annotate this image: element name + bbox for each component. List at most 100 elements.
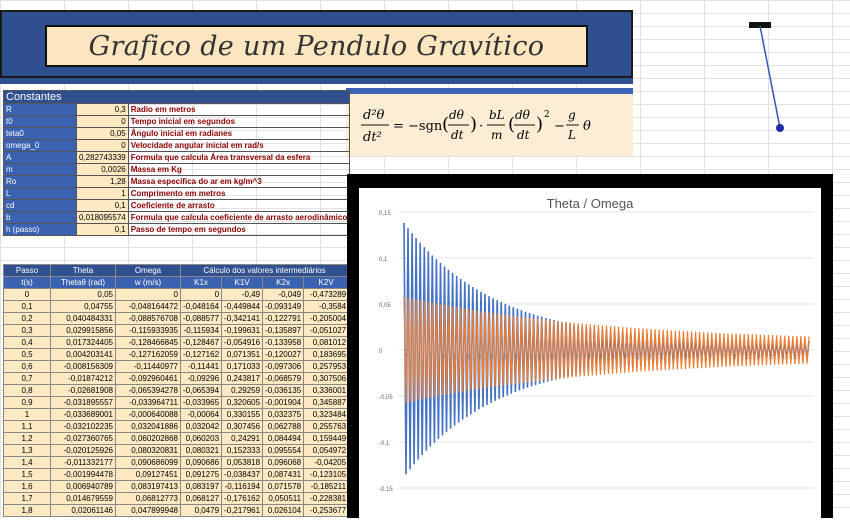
table-cell[interactable]: -0,001994478 [50, 468, 116, 481]
table-cell[interactable]: 0,307506 [303, 372, 350, 385]
table-cell[interactable]: -0,027360765 [50, 432, 116, 445]
table-cell[interactable]: -0,09296 [179, 372, 223, 385]
col-group-passo[interactable]: Passo [3, 264, 51, 277]
table-cell[interactable]: -0,122791 [262, 312, 305, 325]
table-cell[interactable]: 1,5 [3, 468, 51, 481]
table-cell[interactable]: -0,033689001 [50, 408, 116, 421]
table-cell[interactable]: -0,036135 [262, 384, 305, 397]
table-cell[interactable]: -0,033965 [179, 396, 223, 409]
table-cell[interactable]: 0,004203141 [50, 348, 116, 361]
table-cell[interactable]: -0,115933935 [115, 324, 181, 337]
table-cell[interactable]: -0,128467 [179, 336, 223, 349]
constant-value[interactable]: 0,1 [76, 223, 129, 236]
table-cell[interactable]: 0,040484331 [50, 312, 116, 325]
constant-value[interactable]: 0,3 [76, 103, 129, 116]
table-cell[interactable]: -0,123105 [303, 468, 350, 481]
table-cell[interactable]: 0,3 [3, 324, 51, 337]
table-cell[interactable]: 0,8 [3, 384, 51, 397]
table-cell[interactable]: 0,320605 [221, 396, 264, 409]
table-cell[interactable]: 1,2 [3, 432, 51, 445]
table-cell[interactable]: 0,026104 [262, 504, 305, 517]
table-cell[interactable]: 0,095554 [262, 444, 305, 457]
constant-description[interactable]: Tempo inicial em segundos [127, 115, 351, 128]
table-cell[interactable]: 0,091275 [179, 468, 223, 481]
table-cell[interactable]: 0,257953 [303, 360, 350, 373]
constant-value[interactable]: 0,05 [76, 127, 129, 140]
table-cell[interactable]: 0,5 [3, 348, 51, 361]
table-cell[interactable]: -0,127162 [179, 348, 223, 361]
constant-description[interactable]: Coeficiente de arrasto [127, 199, 351, 212]
table-cell[interactable]: -0,127162059 [115, 348, 181, 361]
col-k1v[interactable]: K1V [221, 276, 264, 289]
table-cell[interactable]: 1,6 [3, 480, 51, 493]
table-cell[interactable]: 0,29259 [221, 384, 264, 397]
constant-name[interactable]: b [3, 211, 77, 224]
table-cell[interactable]: -0,49 [221, 288, 264, 301]
table-cell[interactable]: 0,080320831 [115, 444, 181, 457]
constant-description[interactable]: Massa específica do ar em kg/m^3 [127, 175, 351, 188]
constant-value[interactable]: 0,018095574 [76, 211, 129, 224]
constant-name[interactable]: omega_0 [3, 139, 77, 152]
constant-name[interactable]: Ro [3, 175, 77, 188]
table-cell[interactable]: 0,017324405 [50, 336, 116, 349]
table-cell[interactable]: 0,060203 [179, 432, 223, 445]
table-cell[interactable]: -0,054916 [221, 336, 264, 349]
table-cell[interactable]: 0,081012 [303, 336, 350, 349]
table-cell[interactable]: -0,00064 [179, 408, 223, 421]
table-cell[interactable]: -0,342141 [221, 312, 264, 325]
table-cell[interactable]: 0,336001 [303, 384, 350, 397]
table-cell[interactable]: 0,062788 [262, 420, 305, 433]
table-cell[interactable]: 0,054972 [303, 444, 350, 457]
table-cell[interactable]: 0,05 [50, 288, 116, 301]
table-cell[interactable]: 0,4 [3, 336, 51, 349]
constant-value[interactable]: 0 [76, 139, 129, 152]
table-cell[interactable]: 0,183695 [303, 348, 350, 361]
table-cell[interactable]: -0,115934 [179, 324, 223, 337]
table-cell[interactable]: 0,087431 [262, 468, 305, 481]
table-cell[interactable]: 1,7 [3, 492, 51, 505]
table-cell[interactable]: -0,3584 [303, 300, 350, 313]
table-cell[interactable]: 0,071351 [221, 348, 264, 361]
constant-value[interactable]: 0,1 [76, 199, 129, 212]
table-cell[interactable]: -0,038437 [221, 468, 264, 481]
table-cell[interactable]: -0,185211 [303, 480, 350, 493]
table-cell[interactable]: -0,473289 [303, 288, 350, 301]
col-k1x[interactable]: K1x [179, 276, 223, 289]
table-cell[interactable]: -0,020125926 [50, 444, 116, 457]
table-cell[interactable]: -0,048164 [179, 300, 223, 313]
table-cell[interactable]: 0,159449 [303, 432, 350, 445]
table-cell[interactable]: -0,01874212 [50, 372, 116, 385]
table-cell[interactable]: -0,001904 [262, 396, 305, 409]
constant-description[interactable]: Velocidade angular inicial em rad/s [127, 139, 351, 152]
constant-name[interactable]: R [3, 103, 77, 116]
table-cell[interactable]: 0,307456 [221, 420, 264, 433]
table-cell[interactable]: -0,253677 [303, 504, 350, 517]
table-cell[interactable]: 0,060202868 [115, 432, 181, 445]
table-cell[interactable]: 0,032375 [262, 408, 305, 421]
table-cell[interactable]: 0,084494 [262, 432, 305, 445]
table-cell[interactable]: 0,6 [3, 360, 51, 373]
table-cell[interactable]: -0,199631 [221, 324, 264, 337]
table-cell[interactable]: 0 [115, 288, 181, 301]
table-cell[interactable]: -0,088576708 [115, 312, 181, 325]
table-cell[interactable]: 0,9 [3, 396, 51, 409]
table-cell[interactable]: -0,051027 [303, 324, 350, 337]
table-cell[interactable]: -0,068579 [262, 372, 305, 385]
table-cell[interactable]: 0,2 [3, 312, 51, 325]
constant-name[interactable]: h (passo) [3, 223, 77, 236]
table-cell[interactable]: 1,8 [3, 504, 51, 517]
table-cell[interactable]: -0,093149 [262, 300, 305, 313]
table-cell[interactable]: -0,000640088 [115, 408, 181, 421]
table-cell[interactable]: -0,135897 [262, 324, 305, 337]
constant-description[interactable]: Comprimento em metros [127, 187, 351, 200]
table-cell[interactable]: 0,09127451 [115, 468, 181, 481]
table-cell[interactable]: 0,152333 [221, 444, 264, 457]
table-cell[interactable]: -0,031895557 [50, 396, 116, 409]
table-cell[interactable]: 0,080321 [179, 444, 223, 457]
table-cell[interactable]: -0,133958 [262, 336, 305, 349]
table-cell[interactable]: 0,345887 [303, 396, 350, 409]
table-cell[interactable]: 0,04755 [50, 300, 116, 313]
constant-value[interactable]: 0,0026 [76, 163, 129, 176]
constant-description[interactable]: Formula que calcula coeficiente de arras… [127, 211, 351, 224]
constant-name[interactable]: A [3, 151, 77, 164]
